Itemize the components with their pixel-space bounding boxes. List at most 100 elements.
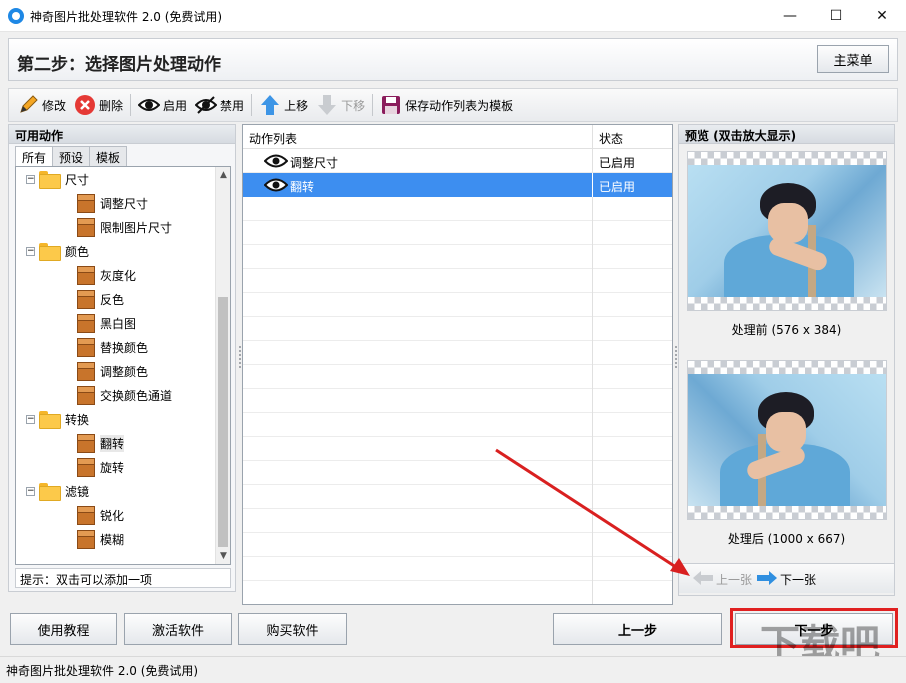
empty-row [243,461,672,485]
delete-button[interactable]: 删除 [70,90,127,120]
tree-item-invert[interactable]: 反色 [76,287,124,311]
action-box-icon [76,338,95,357]
action-tree: − 尺寸 调整尺寸 限制图片尺寸 − 颜色 灰度化 反色 黑白图 替换颜色 调整颜色… [15,166,231,565]
collapse-icon[interactable]: − [26,414,35,424]
column-divider [592,173,593,197]
column-divider [592,149,593,173]
eye-icon [137,94,161,116]
before-caption: 处理前 (576 x 384) [731,323,842,337]
toolbar: 修改 删除 启用 禁用 上移 下移 保存动作列表为模板 [8,88,898,122]
prev-step-button[interactable]: 上一步 [553,613,722,645]
column-header-actions[interactable]: 动作列表 [249,130,297,147]
tree-item-replace-color[interactable]: 替换颜色 [76,335,148,359]
empty-row [243,509,672,533]
empty-row [243,365,672,389]
buy-button[interactable]: 购买软件 [238,613,347,645]
save-template-button[interactable]: 保存动作列表为模板 [376,90,517,120]
tab-templates[interactable]: 模板 [89,146,128,166]
empty-row [243,341,672,365]
edit-button[interactable]: 修改 [13,90,70,120]
empty-row [243,317,672,341]
column-divider [592,125,593,149]
action-box-icon [76,218,95,237]
main-menu-button[interactable]: 主菜单 [817,45,889,73]
arrow-down-icon [316,94,338,116]
tree-item-grayscale[interactable]: 灰度化 [76,263,136,287]
step-header: 第二步：选择图片处理动作 主菜单 [8,38,898,81]
empty-row [243,557,672,581]
image-navigation: 上一张 下一张 [679,563,894,593]
action-tabs: 所有 预设 模板 [15,146,128,166]
action-list-header: 动作列表 状态 [243,125,672,149]
action-box-icon [76,506,95,525]
tree-scrollbar[interactable]: ▲ ▼ [215,167,230,564]
activate-button[interactable]: 激活软件 [124,613,232,645]
toolbar-separator [130,94,132,116]
minimize-button[interactable]: — [767,0,813,32]
disable-button[interactable]: 禁用 [191,90,248,120]
tree-item-flip[interactable]: 翻转 [76,431,125,455]
action-box-icon [76,386,95,405]
tree-item-adjust-color[interactable]: 调整颜色 [76,359,148,383]
prev-image-button[interactable]: 上一张 [693,571,752,588]
tree-folder-transform[interactable]: − 转换 [26,407,89,431]
toolbar-separator [372,94,374,116]
status-bar: 神奇图片批处理软件 2.0 (免费试用) [0,656,906,683]
tree-folder-color[interactable]: − 颜色 [26,239,89,263]
tutorial-button[interactable]: 使用教程 [10,613,117,645]
column-header-status[interactable]: 状态 [599,130,623,147]
empty-row [243,533,672,557]
toolbar-separator [251,94,253,116]
enable-button[interactable]: 启用 [134,90,191,120]
app-icon [8,8,24,24]
tree-folder-size[interactable]: − 尺寸 [26,167,89,191]
tree-item-swap-channels[interactable]: 交换颜色通道 [76,383,172,407]
available-actions-title: 可用动作 [9,125,235,144]
tree-item-limit-size[interactable]: 限制图片尺寸 [76,215,172,239]
available-actions-panel: 可用动作 所有 预设 模板 − 尺寸 调整尺寸 限制图片尺寸 − 颜色 灰度化 反色… [8,124,236,592]
maximize-button[interactable]: ☐ [813,0,859,32]
preview-after-image[interactable] [687,360,887,520]
move-up-button[interactable]: 上移 [255,90,312,120]
collapse-icon[interactable]: − [26,174,35,184]
scroll-up-arrow-icon[interactable]: ▲ [216,167,230,183]
empty-row [243,269,672,293]
action-row[interactable]: 调整尺寸 已启用 [243,149,672,173]
page-title: 第二步：选择图片处理动作 [17,55,221,75]
tree-item-black-white[interactable]: 黑白图 [76,311,136,335]
next-image-button[interactable]: 下一张 [757,571,816,588]
arrow-up-icon [259,94,281,116]
action-box-icon [76,434,95,453]
arrow-right-icon [757,571,777,588]
arrow-left-icon [693,571,713,588]
tree-folder-filter[interactable]: − 滤镜 [26,479,89,503]
tree-item-rotate[interactable]: 旋转 [76,455,124,479]
empty-row [243,389,672,413]
tab-all[interactable]: 所有 [15,146,54,166]
floppy-disk-icon [380,94,402,116]
action-box-icon [76,290,95,309]
scrollbar-thumb[interactable] [218,297,228,547]
close-button[interactable]: ✕ [859,0,905,32]
delete-icon [74,94,96,116]
action-box-icon [76,458,95,477]
person-photo [688,374,886,506]
action-row-selected[interactable]: 翻转 已启用 [243,173,672,197]
action-box-icon [76,194,95,213]
preview-title: 预览 (双击放大显示) [679,125,894,144]
collapse-icon[interactable]: − [26,486,35,496]
tab-presets[interactable]: 预设 [52,146,91,166]
move-down-button[interactable]: 下移 [312,90,369,120]
tree-item-blur[interactable]: 模糊 [76,527,124,551]
collapse-icon[interactable]: − [26,246,35,256]
eye-icon[interactable] [263,178,289,195]
preview-before-image[interactable] [687,151,887,311]
action-box-icon [76,266,95,285]
pencil-icon [17,94,39,116]
tree-item-resize[interactable]: 调整尺寸 [76,191,148,215]
eye-icon[interactable] [263,154,289,171]
scroll-down-arrow-icon[interactable]: ▼ [216,548,230,564]
eye-slash-icon [194,94,218,116]
tree-item-sharpen[interactable]: 锐化 [76,503,124,527]
action-list-panel: 动作列表 状态 调整尺寸 已启用 翻转 已启用 [242,124,673,605]
